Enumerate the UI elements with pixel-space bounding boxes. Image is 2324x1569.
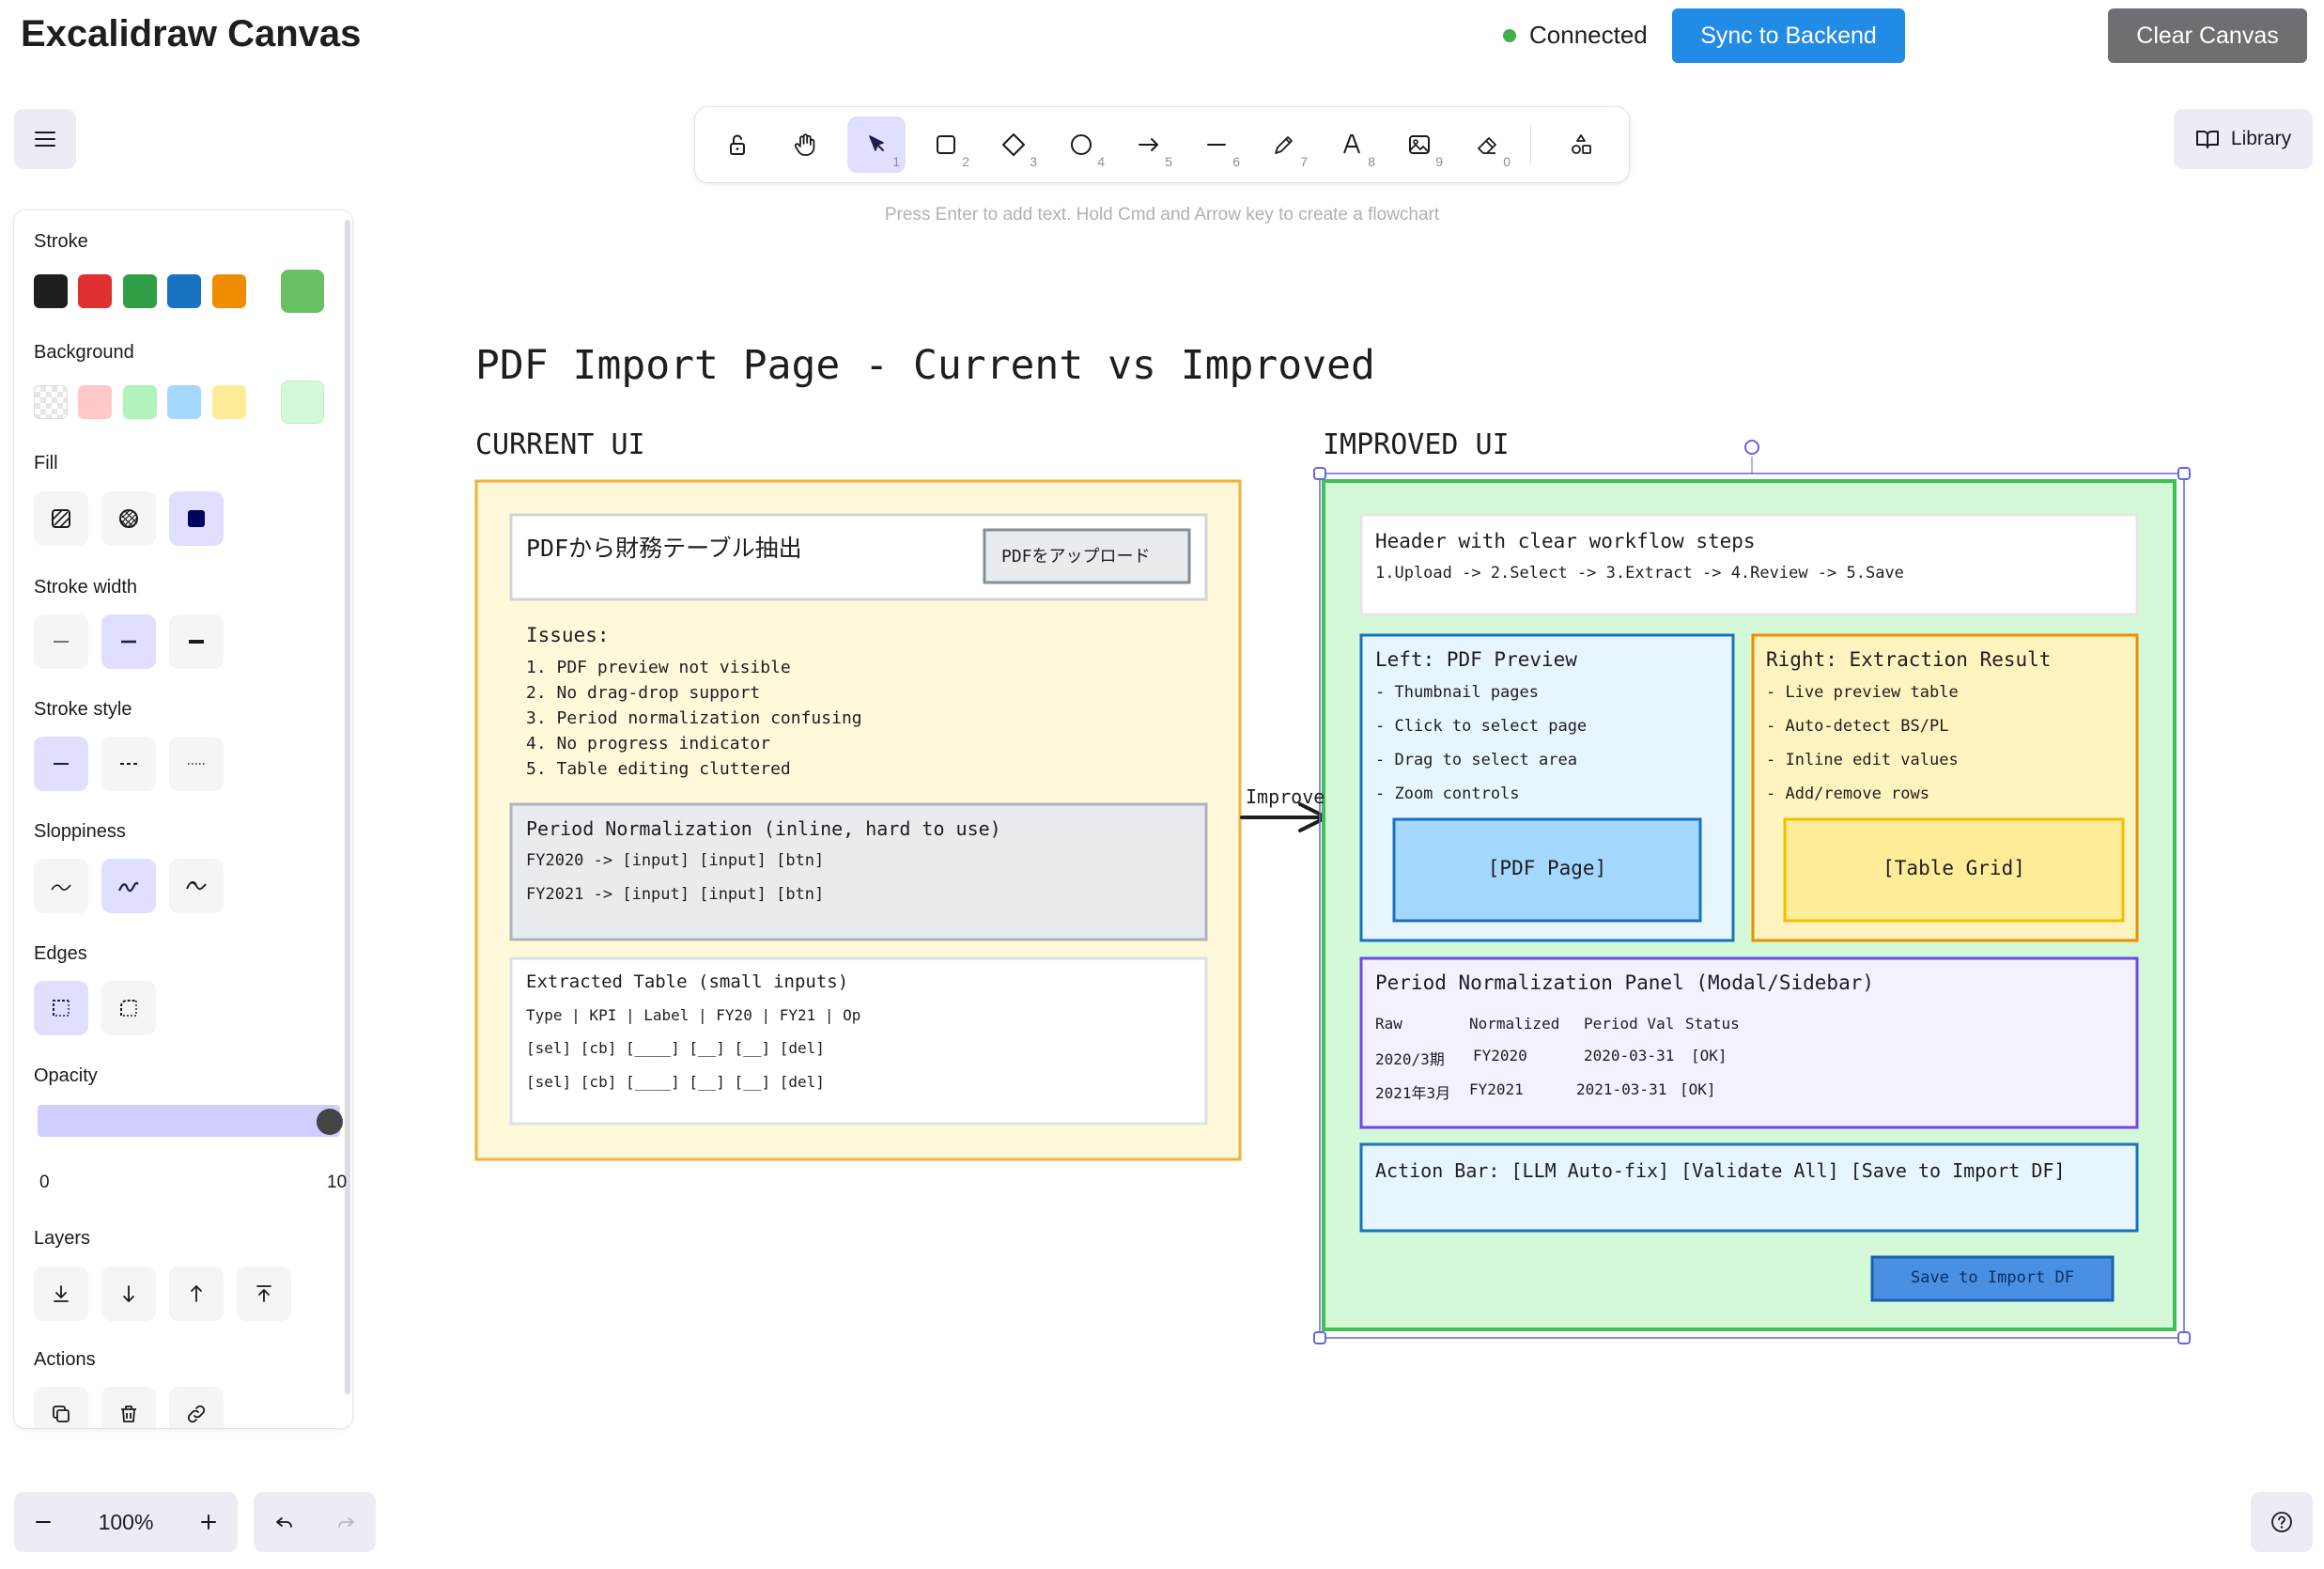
left-panel-title[interactable]: Left: PDF Preview [1375, 648, 1577, 671]
left-panel-item[interactable]: - Click to select page [1375, 717, 1587, 736]
period-cell[interactable]: 2021-03-31 [1576, 1080, 1666, 1098]
current-ui-label[interactable]: CURRENT UI [475, 428, 645, 461]
arrow-label[interactable]: Improve [1246, 785, 1325, 808]
current-period-line[interactable]: FY2020 -> [input] [input] [btn] [526, 851, 824, 870]
right-panel-item[interactable]: - Add/remove rows [1766, 784, 1929, 803]
period-cell[interactable]: [OK] [1680, 1080, 1716, 1098]
action-bar-text[interactable]: Action Bar: [LLM Auto-fix] [Validate All… [1375, 1159, 2066, 1182]
current-table-line[interactable]: [sel] [cb] [____] [__] [__] [del] [526, 1073, 825, 1091]
right-panel-item[interactable]: - Auto-detect BS/PL [1766, 717, 1948, 736]
current-period-title[interactable]: Period Normalization (inline, hard to us… [526, 817, 1001, 840]
period-header-value[interactable]: Period Val [1584, 1015, 1674, 1033]
period-cell[interactable]: FY2020 [1473, 1047, 1527, 1064]
left-panel-item[interactable]: - Zoom controls [1375, 784, 1520, 803]
table-grid-label[interactable]: [Table Grid] [1785, 857, 2123, 879]
canvas-title[interactable]: PDF Import Page - Current vs Improved [475, 342, 1375, 389]
drawing-canvas[interactable] [0, 0, 2324, 1569]
resize-handle-ne[interactable] [2177, 467, 2191, 480]
period-cell[interactable]: 2020-03-31 [1584, 1047, 1674, 1064]
improved-header-title[interactable]: Header with clear workflow steps [1375, 530, 1756, 552]
right-panel-item[interactable]: - Inline edit values [1766, 751, 1959, 769]
current-upload-label[interactable]: PDFをアップロード [1001, 543, 1151, 567]
improve-arrow[interactable] [1240, 802, 1328, 832]
period-cell[interactable]: FY2021 [1469, 1080, 1524, 1098]
rotation-handle[interactable] [1744, 440, 1759, 455]
period-cell[interactable]: 2021年3月 [1375, 1080, 1450, 1103]
period-header-raw[interactable]: Raw [1375, 1015, 1402, 1033]
current-table-title[interactable]: Extracted Table (small inputs) [526, 971, 848, 992]
current-table-line[interactable]: Type | KPI | Label | FY20 | FY21 | Op [526, 1006, 860, 1024]
issue-item[interactable]: 3. Period normalization confusing [526, 708, 862, 728]
issue-item[interactable]: 2. No drag-drop support [526, 683, 760, 703]
right-panel-item[interactable]: - Live preview table [1766, 683, 1959, 702]
resize-handle-se[interactable] [2177, 1331, 2191, 1344]
period-header-status[interactable]: Status [1685, 1015, 1740, 1033]
issue-item[interactable]: 5. Table editing cluttered [526, 759, 791, 779]
current-table-line[interactable]: [sel] [cb] [____] [__] [__] [del] [526, 1039, 825, 1057]
pdf-page-label[interactable]: [PDF Page] [1394, 857, 1700, 879]
period-cell[interactable]: 2020/3期 [1375, 1047, 1445, 1069]
improved-period-title[interactable]: Period Normalization Panel (Modal/Sideba… [1375, 971, 1874, 994]
issue-item[interactable]: 4. No progress indicator [526, 734, 770, 753]
left-panel-item[interactable]: - Thumbnail pages [1375, 683, 1539, 702]
left-panel-item[interactable]: - Drag to select area [1375, 751, 1577, 769]
right-panel-title[interactable]: Right: Extraction Result [1766, 648, 2051, 671]
resize-handle-sw[interactable] [1313, 1331, 1326, 1344]
issue-item[interactable]: 1. PDF preview not visible [526, 658, 791, 677]
period-header-normalized[interactable]: Normalized [1469, 1015, 1559, 1033]
current-header-title[interactable]: PDFから財務テーブル抽出 [526, 530, 802, 564]
period-cell[interactable]: [OK] [1691, 1047, 1728, 1064]
action-bar-box[interactable] [1359, 1142, 2139, 1233]
save-to-import-label[interactable]: Save to Import DF [1872, 1268, 2113, 1287]
improved-header-steps[interactable]: 1.Upload -> 2.Select -> 3.Extract -> 4.R… [1375, 564, 1904, 583]
issues-title[interactable]: Issues: [526, 624, 610, 646]
current-period-line[interactable]: FY2021 -> [input] [input] [btn] [526, 885, 824, 904]
improved-ui-label[interactable]: IMPROVED UI [1323, 428, 1510, 461]
resize-handle-nw[interactable] [1313, 467, 1326, 480]
